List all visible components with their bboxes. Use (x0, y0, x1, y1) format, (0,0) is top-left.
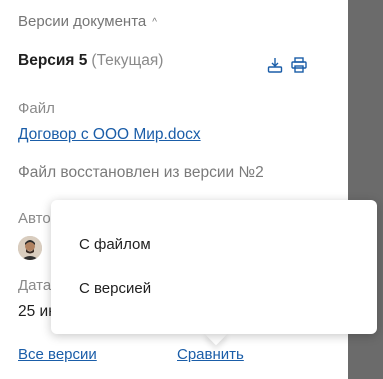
avatar (18, 236, 42, 260)
version-name: Версия 5 (18, 52, 88, 69)
file-label: Файл (18, 100, 55, 117)
section-header[interactable]: Версии документа ^ (18, 13, 157, 30)
file-link[interactable]: Договор с ООО Мир.docx (18, 126, 201, 144)
section-title: Версии документа (18, 13, 147, 30)
all-versions-link[interactable]: Все версии (18, 346, 97, 363)
compare-menu: С файлом С версией (51, 200, 377, 334)
chevron-up-icon[interactable]: ^ (152, 17, 157, 28)
print-icon[interactable] (290, 56, 308, 74)
download-icon[interactable] (266, 56, 284, 74)
compare-with-file-option[interactable]: С файлом (79, 236, 151, 253)
date-label: Дата (18, 277, 52, 294)
restored-note: Файл восстановлен из версии №2 (18, 164, 264, 181)
version-state: (Текущая) (91, 52, 164, 69)
compare-with-version-option[interactable]: С версией (79, 280, 151, 297)
compare-link[interactable]: Сравнить (177, 346, 244, 363)
version-row: Версия 5 (Текущая) (18, 52, 163, 70)
